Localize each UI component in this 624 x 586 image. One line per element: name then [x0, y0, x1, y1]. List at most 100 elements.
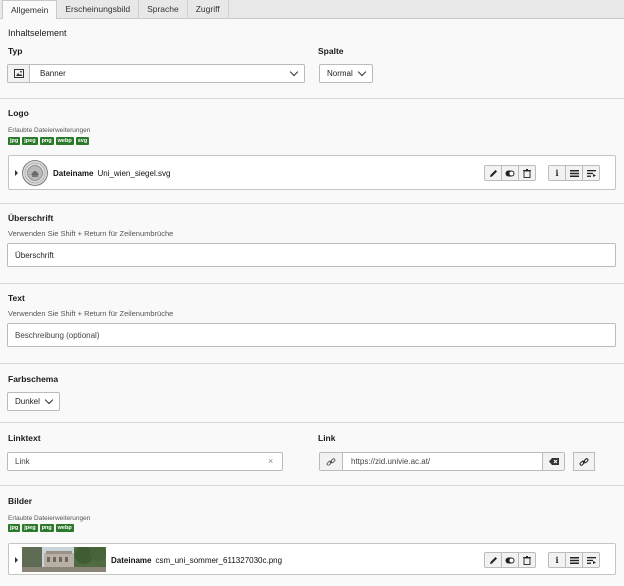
logo-panel: Logo Erlaubte Dateierweiterungen jpg jpe… — [0, 99, 624, 204]
allowed-extensions-label: Erlaubte Dateierweiterungen — [8, 515, 91, 522]
text-panel: Text Verwenden Sie Shift + Return für Ze… — [0, 284, 624, 364]
trash-icon — [523, 168, 531, 178]
clear-icon[interactable]: × — [268, 456, 273, 466]
ext-tag: webp — [55, 524, 74, 532]
link-browser-button[interactable] — [573, 452, 595, 471]
expand-caret-icon[interactable] — [15, 557, 18, 563]
edit-button[interactable] — [484, 552, 502, 568]
pencil-icon — [489, 556, 497, 564]
extension-tags: jpg jpeg png webp — [8, 524, 74, 532]
menu-icon — [569, 556, 579, 564]
heading-value: Überschrift — [15, 251, 54, 260]
ext-tag: jpeg — [22, 137, 38, 145]
link-icon — [320, 453, 343, 470]
logo-title: Logo — [8, 108, 29, 118]
tab-allgemein[interactable]: Allgemein — [2, 0, 58, 20]
ext-tag: jpg — [8, 524, 21, 532]
type-select[interactable]: Banner — [7, 64, 305, 83]
column-select[interactable]: Normal — [319, 64, 373, 83]
image-file-row[interactable]: Dateiname csm_uni_sommer_611327030c.png i — [8, 543, 616, 575]
edit-button[interactable] — [484, 165, 502, 181]
delete-button[interactable] — [518, 552, 536, 568]
file-name-label: Dateiname Uni_wien_siegel.svg — [53, 169, 170, 178]
color-scheme-value: Dunkel — [15, 397, 40, 406]
toggle-icon — [505, 557, 515, 563]
menu-button[interactable] — [565, 552, 583, 568]
image-icon — [8, 65, 30, 82]
backspace-icon — [548, 458, 559, 465]
ext-tag: webp — [55, 137, 74, 145]
image-thumbnail — [22, 547, 106, 572]
file-label-key: Dateiname — [53, 169, 94, 178]
chevron-down-icon — [44, 395, 54, 405]
info-icon: i — [555, 168, 559, 178]
section-heading: Inhaltselement — [8, 28, 67, 38]
file-label-key: Dateiname — [111, 556, 152, 565]
ext-tag: png — [39, 524, 54, 532]
info-icon: i — [555, 555, 559, 565]
link-text-input[interactable]: Link × — [7, 452, 283, 471]
logo-file-row[interactable]: Dateiname Uni_wien_siegel.svg i — [8, 155, 616, 190]
toggle-visibility-button[interactable] — [501, 165, 519, 181]
link-value: https://zid.univie.ac.at/ — [351, 457, 431, 466]
type-label: Typ — [8, 46, 23, 56]
crop-icon — [586, 169, 596, 177]
tab-erscheinungsbild[interactable]: Erscheinungsbild — [57, 0, 140, 19]
menu-button[interactable] — [565, 165, 583, 181]
pencil-icon — [489, 169, 497, 177]
link-text-title: Linktext — [8, 433, 41, 443]
file-meta-group: i — [548, 165, 600, 181]
ext-tag: svg — [75, 137, 90, 145]
extension-tags: jpg jpeg png webp svg — [8, 137, 90, 145]
color-scheme-select[interactable]: Dunkel — [7, 392, 60, 411]
text-hint: Verwenden Sie Shift + Return für Zeilenu… — [8, 309, 174, 318]
type-value: Banner — [40, 69, 66, 78]
file-meta-group: i — [548, 552, 600, 568]
file-actions-group — [484, 165, 536, 181]
expand-caret-icon[interactable] — [15, 170, 18, 176]
heading-hint: Verwenden Sie Shift + Return für Zeilenu… — [8, 229, 174, 238]
seal-thumbnail — [22, 160, 48, 186]
heading-title: Überschrift — [8, 213, 54, 223]
images-panel: Bilder Erlaubte Dateierweiterungen jpg j… — [0, 486, 624, 586]
chevron-down-icon — [357, 67, 367, 77]
crop-icon — [586, 556, 596, 564]
ext-tag: png — [39, 137, 54, 145]
info-button[interactable]: i — [548, 552, 566, 568]
column-label: Spalte — [318, 46, 344, 56]
crop-button[interactable] — [582, 165, 600, 181]
tab-bar: Allgemein Erscheinungsbild Sprache Zugri… — [0, 0, 624, 20]
file-name-value: Uni_wien_siegel.svg — [97, 169, 171, 178]
file-name-label: Dateiname csm_uni_sommer_611327030c.png — [111, 556, 282, 565]
text-value: Beschreibung (optional) — [15, 331, 100, 340]
tab-sprache[interactable]: Sprache — [139, 0, 188, 19]
trash-icon — [523, 555, 531, 565]
column-value: Normal — [327, 69, 353, 78]
text-title: Text — [8, 293, 25, 303]
crop-button[interactable] — [582, 552, 600, 568]
ext-tag: jpeg — [22, 524, 38, 532]
link-icon — [579, 457, 589, 466]
file-actions-group — [484, 552, 536, 568]
allowed-extensions-label: Erlaubte Dateierweiterungen — [8, 127, 91, 134]
toggle-icon — [505, 170, 515, 176]
menu-icon — [569, 169, 579, 177]
delete-button[interactable] — [518, 165, 536, 181]
link-input[interactable]: https://zid.univie.ac.at/ — [319, 452, 565, 471]
tab-zugriff[interactable]: Zugriff — [188, 0, 229, 19]
link-panel: Linktext Link × Link https://zid.univie.… — [0, 423, 624, 486]
heading-input[interactable]: Überschrift — [7, 243, 616, 267]
color-scheme-title: Farbschema — [8, 374, 59, 384]
content-element-panel: Inhaltselement Typ Banner Spalte Normal — [0, 19, 624, 99]
color-scheme-panel: Farbschema Dunkel — [0, 364, 624, 423]
ext-tag: jpg — [8, 137, 21, 145]
chevron-down-icon — [289, 67, 299, 77]
file-name-value: csm_uni_sommer_611327030c.png — [155, 556, 283, 565]
images-title: Bilder — [8, 496, 33, 506]
link-title: Link — [318, 433, 336, 443]
toggle-visibility-button[interactable] — [501, 552, 519, 568]
text-input[interactable]: Beschreibung (optional) — [7, 323, 616, 347]
link-clear-button[interactable] — [542, 453, 564, 470]
link-text-value: Link — [15, 457, 30, 466]
info-button[interactable]: i — [548, 165, 566, 181]
